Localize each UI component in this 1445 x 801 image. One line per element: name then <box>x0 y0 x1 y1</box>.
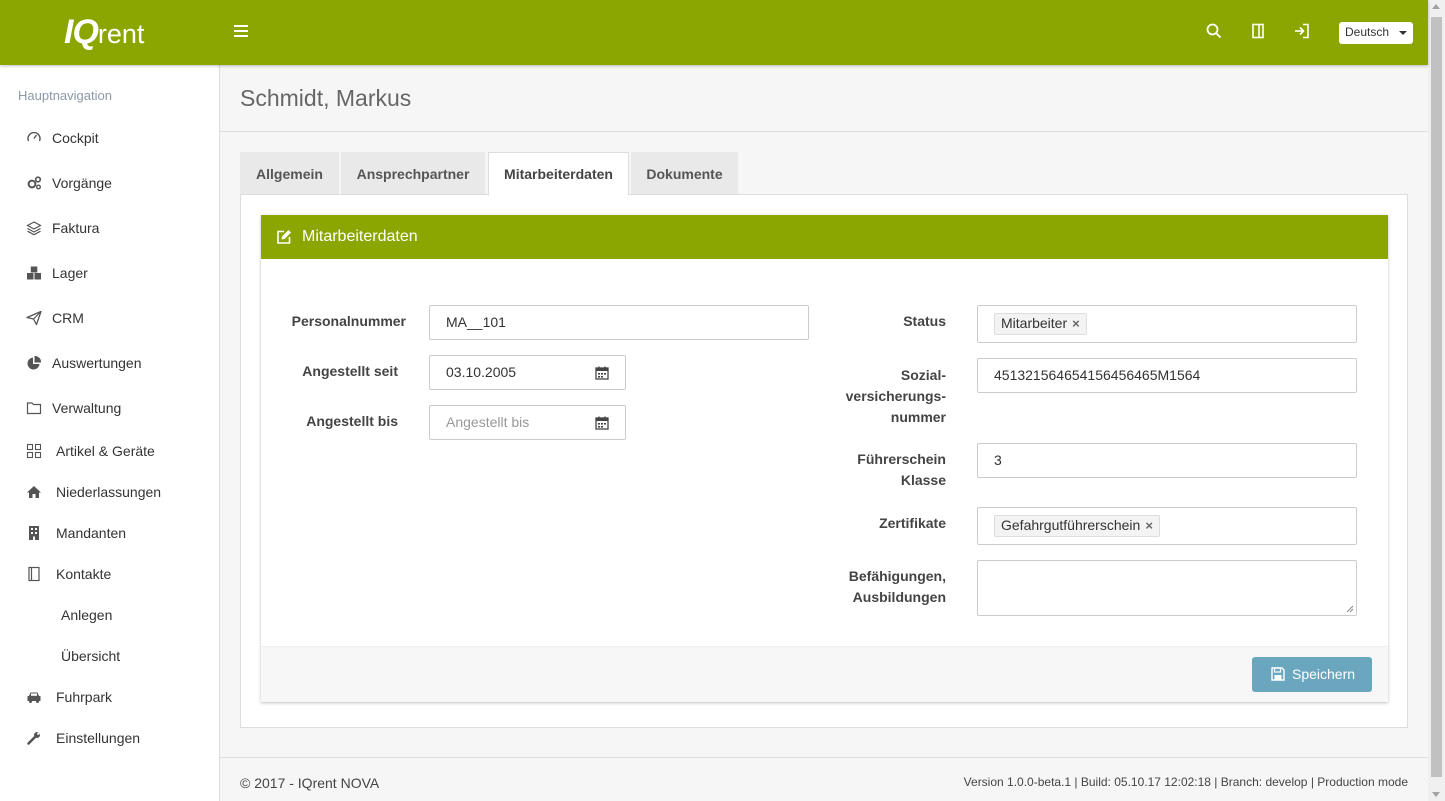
angestellt-seit-calendar-button[interactable] <box>579 355 626 390</box>
mitarbeiterdaten-box: Mitarbeiterdaten Personalnummer MA__101 … <box>261 215 1388 702</box>
page-scrollbar[interactable] <box>1428 0 1445 801</box>
scroll-thumb[interactable] <box>1431 17 1442 777</box>
sidebar: Hauptnavigation Cockpit Vorgänge Faktura… <box>0 65 220 801</box>
version-info: Version 1.0.0-beta.1 | Build: 05.10.17 1… <box>963 775 1408 789</box>
grid-icon <box>26 443 42 459</box>
floppy-disk-icon <box>1271 667 1285 681</box>
tab-ansprechpartner[interactable]: Ansprechpartner <box>341 152 485 195</box>
sidebar-item-lager[interactable]: Lager <box>0 258 219 288</box>
box-title: Mitarbeiterdaten <box>302 228 418 245</box>
building-icon <box>29 526 39 540</box>
dashboard-icon <box>27 131 41 142</box>
tab-panel: Mitarbeiterdaten Personalnummer MA__101 … <box>240 194 1408 728</box>
calendar-icon <box>595 416 609 430</box>
sidebar-item-crm[interactable]: CRM <box>0 303 219 333</box>
angestellt-bis-input[interactable]: Angestellt bis <box>429 405 580 440</box>
content-header: Schmidt, Markus <box>220 65 1428 132</box>
sidebar-item-fuhrpark[interactable]: Fuhrpark <box>0 682 219 712</box>
zertifikat-tag: Gefahrgutführerschein × <box>994 515 1160 537</box>
nav-heading: Hauptnavigation <box>18 88 112 103</box>
sidebar-item-mandanten[interactable]: Mandanten <box>0 518 219 548</box>
top-bar: IQrent Deutsch <box>0 0 1428 65</box>
fuehrerschein-label: Führerschein Klasse <box>857 451 946 488</box>
zertifikate-label: Zertifikate <box>879 515 946 531</box>
sidebar-item-anlegen[interactable]: Anlegen <box>0 600 219 630</box>
status-label: Status <box>903 313 946 329</box>
page-title: Schmidt, Markus <box>240 85 412 111</box>
sidebar-item-niederlassungen[interactable]: Niederlassungen <box>0 477 219 507</box>
address-book-icon <box>28 566 40 582</box>
sidebar-item-einstellungen[interactable]: Einstellungen <box>0 723 219 753</box>
layers-icon <box>26 221 42 236</box>
scroll-down-icon[interactable] <box>1432 792 1440 797</box>
sidebar-item-uebersicht[interactable]: Übersicht <box>0 641 219 671</box>
personalnummer-input[interactable]: MA__101 <box>429 305 809 340</box>
wrench-icon <box>27 732 40 745</box>
logo[interactable]: IQrent <box>64 12 144 54</box>
cogs-icon <box>27 176 42 190</box>
copyright-text: © 2017 - IQrent NOVA <box>240 775 380 791</box>
chevron-down-icon <box>1399 31 1407 35</box>
sidebar-item-faktura[interactable]: Faktura <box>0 213 219 243</box>
zertifikate-select[interactable]: Gefahrgutführerschein × <box>977 507 1357 545</box>
personalnummer-label: Personalnummer <box>291 313 406 329</box>
columns-icon[interactable] <box>1249 22 1267 40</box>
pie-chart-icon <box>27 355 42 370</box>
sv-label: Sozial- versicherungs- nummer <box>845 367 946 425</box>
resize-grip-icon[interactable] <box>1346 605 1354 613</box>
box-footer: Speichern <box>261 646 1388 702</box>
sidebar-item-vorgaenge[interactable]: Vorgänge <box>0 168 219 198</box>
tab-dokumente[interactable]: Dokumente <box>631 152 738 195</box>
page-footer: © 2017 - IQrent NOVA Version 1.0.0-beta.… <box>220 757 1428 801</box>
status-tag: Mitarbeiter × <box>994 313 1087 335</box>
folder-icon <box>26 402 42 415</box>
car-icon <box>27 692 41 703</box>
scroll-up-icon[interactable] <box>1432 4 1440 9</box>
language-select[interactable]: Deutsch <box>1339 22 1413 44</box>
sidebar-item-verwaltung[interactable]: Verwaltung <box>0 393 219 423</box>
sidebar-item-cockpit[interactable]: Cockpit <box>0 123 219 153</box>
save-button[interactable]: Speichern <box>1252 657 1372 692</box>
logout-icon[interactable] <box>1293 22 1311 40</box>
home-icon <box>27 486 41 498</box>
tab-allgemein[interactable]: Allgemein <box>240 152 339 195</box>
sidebar-item-kontakte[interactable]: Kontakte <box>0 559 219 589</box>
cubes-icon <box>27 266 41 280</box>
angestellt-seit-input[interactable]: 03.10.2005 <box>429 355 580 390</box>
box-header: Mitarbeiterdaten <box>261 215 1388 259</box>
edit-icon <box>277 230 291 244</box>
search-icon[interactable] <box>1205 22 1223 40</box>
sidebar-item-artikel-geraete[interactable]: Artikel & Geräte <box>0 436 219 466</box>
menu-toggle-icon[interactable] <box>234 25 248 37</box>
angestellt-bis-calendar-button[interactable] <box>579 405 626 440</box>
befaehigungen-label: Befähigungen, Ausbildungen <box>848 568 946 605</box>
status-select[interactable]: Mitarbeiter × <box>977 305 1357 343</box>
fuehrerschein-klasse-input[interactable]: 3 <box>977 443 1357 478</box>
angestellt-seit-label: Angestellt seit <box>302 363 398 379</box>
remove-tag-icon[interactable]: × <box>1072 316 1080 331</box>
remove-tag-icon[interactable]: × <box>1145 518 1153 533</box>
befaehigungen-textarea[interactable] <box>977 560 1357 616</box>
calendar-icon <box>595 366 609 380</box>
sidebar-item-auswertungen[interactable]: Auswertungen <box>0 348 219 378</box>
angestellt-bis-label: Angestellt bis <box>306 413 398 429</box>
sv-nummer-input[interactable]: 451321564654156456465M1564 <box>977 358 1357 393</box>
tab-mitarbeiterdaten[interactable]: Mitarbeiterdaten <box>488 152 629 196</box>
paper-plane-icon <box>26 310 42 326</box>
